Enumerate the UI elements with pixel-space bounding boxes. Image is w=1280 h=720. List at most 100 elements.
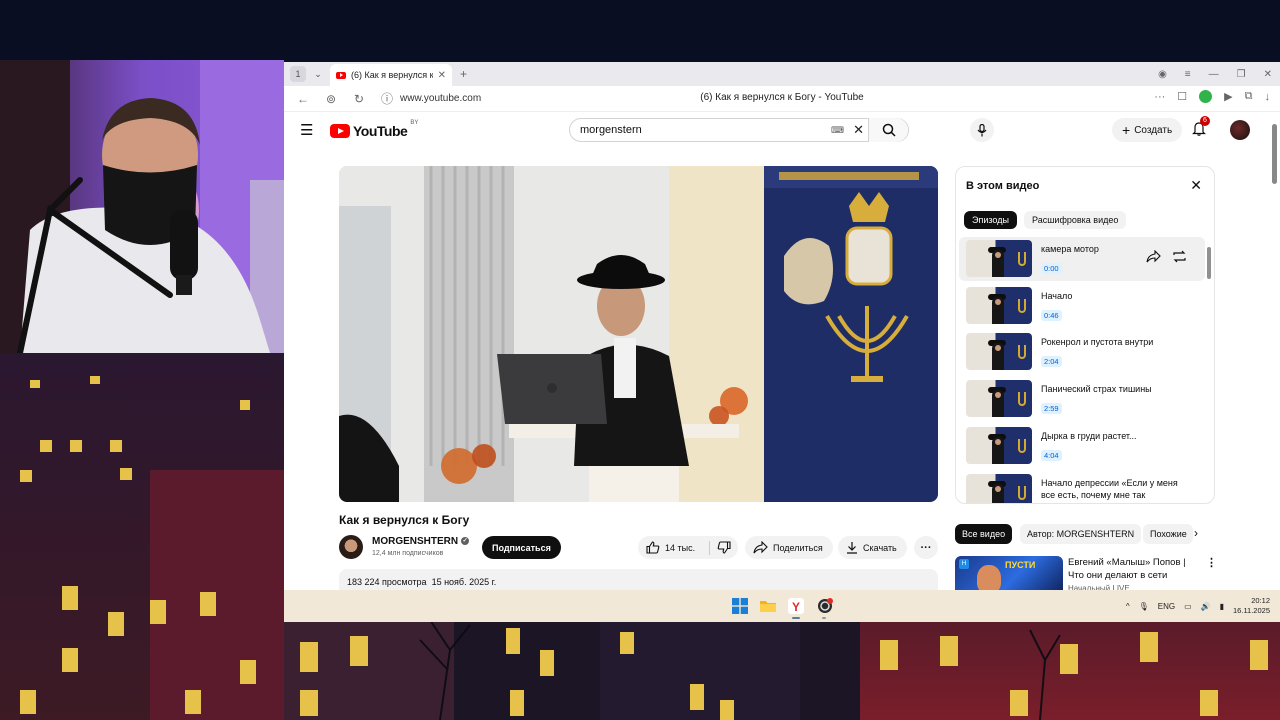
search-input[interactable] bbox=[580, 124, 830, 136]
chapters-scrollbar-thumb[interactable] bbox=[1207, 247, 1211, 279]
tab-close-icon[interactable]: ✕ bbox=[438, 70, 446, 81]
browser-menu-icon[interactable]: ≡ bbox=[1185, 69, 1191, 80]
restore-icon[interactable]: ❐ bbox=[1237, 69, 1246, 80]
chip-similar[interactable]: Похожие bbox=[1143, 524, 1193, 544]
more-horizontal-icon: ··· bbox=[920, 541, 932, 554]
yandex-browser-icon[interactable]: Y bbox=[788, 598, 804, 614]
microphone-tray-icon[interactable]: 🎙 bbox=[1139, 602, 1149, 611]
more-actions-button[interactable]: ··· bbox=[914, 536, 938, 559]
profile-icon[interactable]: ◉ bbox=[1158, 69, 1167, 80]
chapter-timestamp[interactable]: 4:04 bbox=[1041, 450, 1062, 461]
hamburger-menu-icon[interactable]: ☰ bbox=[300, 121, 313, 139]
language-indicator[interactable]: ENG bbox=[1158, 602, 1175, 611]
page-scrollbar-thumb[interactable] bbox=[1272, 124, 1277, 184]
clock[interactable]: 20:12 16.11.2025 bbox=[1233, 596, 1270, 616]
video-frame bbox=[339, 166, 938, 502]
more-icon[interactable]: ··· bbox=[1154, 91, 1165, 103]
close-window-icon[interactable]: ✕ bbox=[1264, 69, 1272, 80]
network-icon[interactable]: ▭ bbox=[1184, 602, 1192, 611]
chapter-timestamp[interactable]: 2:04 bbox=[1041, 356, 1062, 367]
youtube-favicon-icon bbox=[336, 71, 346, 79]
chapter-timestamp[interactable]: 0:46 bbox=[1041, 310, 1062, 321]
chapter-item[interactable]: камера мотор 0:00 bbox=[959, 237, 1205, 281]
file-explorer-icon[interactable] bbox=[760, 598, 776, 614]
channel-name[interactable]: MORGENSHTERN ✓ bbox=[372, 536, 470, 547]
extension-icon[interactable] bbox=[1199, 90, 1213, 103]
minimize-icon[interactable]: — bbox=[1209, 69, 1219, 80]
app-indicator bbox=[822, 617, 826, 619]
account-avatar[interactable] bbox=[1230, 120, 1250, 140]
like-count: 14 тыс. bbox=[665, 542, 696, 553]
chip-author[interactable]: Автор: MORGENSHTERN bbox=[1020, 524, 1142, 544]
extensions-icon[interactable]: ⧉ bbox=[1245, 90, 1253, 103]
page-scrollbar[interactable] bbox=[1271, 116, 1277, 622]
share-label: Поделиться bbox=[773, 542, 823, 553]
downloads-icon[interactable]: ↓ bbox=[1265, 91, 1271, 103]
chapter-item[interactable]: Панический страх тишины 2:59 bbox=[959, 377, 1205, 421]
system-tray: ^ 🎙 ENG ▭ 🔊 ▮ 20:12 16.11.2025 bbox=[1126, 590, 1270, 622]
subscribe-button[interactable]: Подписаться bbox=[482, 536, 561, 559]
youtube-logo[interactable]: YouTube BY bbox=[330, 120, 418, 139]
clock-date: 16.11.2025 bbox=[1233, 606, 1270, 615]
new-tab-button[interactable]: + bbox=[460, 67, 467, 81]
tab-bar: 1 ⌄ (6) Как я вернулся к Богу ✕ + ◉ ≡ — … bbox=[284, 62, 1280, 86]
chapter-timestamp[interactable]: 2:59 bbox=[1041, 403, 1062, 414]
video-player[interactable] bbox=[339, 166, 938, 502]
tab-counter[interactable]: 1 bbox=[290, 66, 306, 82]
svg-text:Y: Y bbox=[792, 600, 800, 614]
volume-icon[interactable]: 🔊 bbox=[1201, 602, 1211, 611]
address-bar-actions: ··· ☐ ▶ ⧉ ↓ bbox=[1154, 90, 1270, 103]
chapter-item[interactable]: Рокенрол и пустота внутри 2:04 bbox=[959, 330, 1205, 374]
close-panel-icon[interactable]: ✕ bbox=[1190, 177, 1202, 194]
battery-icon[interactable]: ▮ bbox=[1220, 602, 1224, 611]
chapter-title: Панический страх тишины bbox=[1041, 384, 1152, 394]
protect-icon[interactable]: ⊚ bbox=[320, 92, 342, 106]
chapter-thumbnail bbox=[966, 333, 1032, 370]
tab-episodes[interactable]: Эпизоды bbox=[964, 211, 1017, 229]
address-bar: ← ⊚ ↻ ⓘ www.youtube.com (6) Как я вернул… bbox=[284, 86, 1280, 112]
chapter-timestamp[interactable]: 0:00 bbox=[1041, 263, 1062, 274]
tab-list-chevron-icon[interactable]: ⌄ bbox=[310, 66, 326, 82]
youtube-logo-icon bbox=[330, 124, 350, 138]
share-button[interactable]: Поделиться bbox=[745, 536, 833, 559]
dislike-button[interactable] bbox=[710, 541, 738, 554]
url-field[interactable]: www.youtube.com bbox=[400, 93, 481, 104]
browser-tab-active[interactable]: (6) Как я вернулся к Богу ✕ bbox=[330, 64, 452, 86]
search-button[interactable] bbox=[868, 118, 908, 142]
windows-start-icon[interactable] bbox=[732, 598, 748, 614]
related-video-title[interactable]: Евгений «Малыш» Попов | Что они делают в… bbox=[1068, 556, 1202, 582]
chapter-item[interactable]: Дырка в груди растет... 4:04 bbox=[959, 424, 1205, 468]
chapter-title: Дырка в груди растет... bbox=[1041, 431, 1137, 441]
notifications-button[interactable]: 6 bbox=[1192, 116, 1210, 141]
chapter-title: Начало bbox=[1041, 291, 1073, 301]
chevron-up-icon[interactable]: ^ bbox=[1126, 602, 1130, 611]
loop-chapter-icon[interactable] bbox=[1172, 250, 1187, 268]
search-icon bbox=[882, 123, 896, 137]
tab-transcript[interactable]: Расшифровка видео bbox=[1024, 211, 1127, 229]
download-button[interactable]: Скачать bbox=[838, 536, 907, 559]
like-button[interactable]: 14 тыс. bbox=[638, 540, 710, 555]
media-icon[interactable]: ▶ bbox=[1224, 90, 1232, 103]
chip-all-videos[interactable]: Все видео bbox=[955, 524, 1013, 544]
chapter-item[interactable]: Начало 0:46 bbox=[959, 284, 1205, 328]
create-button[interactable]: + Создать bbox=[1112, 118, 1183, 142]
keyboard-icon[interactable]: ⌨ bbox=[831, 125, 844, 136]
voice-search-button[interactable] bbox=[970, 118, 994, 142]
back-icon[interactable]: ← bbox=[292, 92, 314, 106]
more-vertical-icon[interactable]: ⋮ bbox=[1206, 556, 1217, 569]
reload-icon[interactable]: ↻ bbox=[348, 92, 370, 106]
thumbs-down-icon bbox=[717, 541, 731, 554]
clear-search-icon[interactable]: ✕ bbox=[853, 122, 864, 138]
chevron-right-icon[interactable]: › bbox=[1194, 526, 1198, 540]
video-title: Как я вернулся к Богу bbox=[339, 513, 470, 527]
share-chapter-icon[interactable] bbox=[1146, 249, 1161, 268]
download-icon bbox=[847, 542, 857, 554]
site-info-icon[interactable]: ⓘ bbox=[376, 90, 398, 107]
upload-date: 15 нояб. 2025 г. bbox=[431, 577, 497, 587]
chapter-item[interactable]: Начало депрессии «Если у меня все есть, … bbox=[959, 471, 1205, 503]
channel-avatar[interactable] bbox=[339, 535, 363, 559]
microphone-icon bbox=[977, 123, 987, 136]
bookmark-icon[interactable]: ☐ bbox=[1177, 90, 1187, 103]
window-controls: ◉ ≡ — ❐ ✕ bbox=[1158, 62, 1272, 86]
obs-icon[interactable] bbox=[817, 598, 833, 614]
